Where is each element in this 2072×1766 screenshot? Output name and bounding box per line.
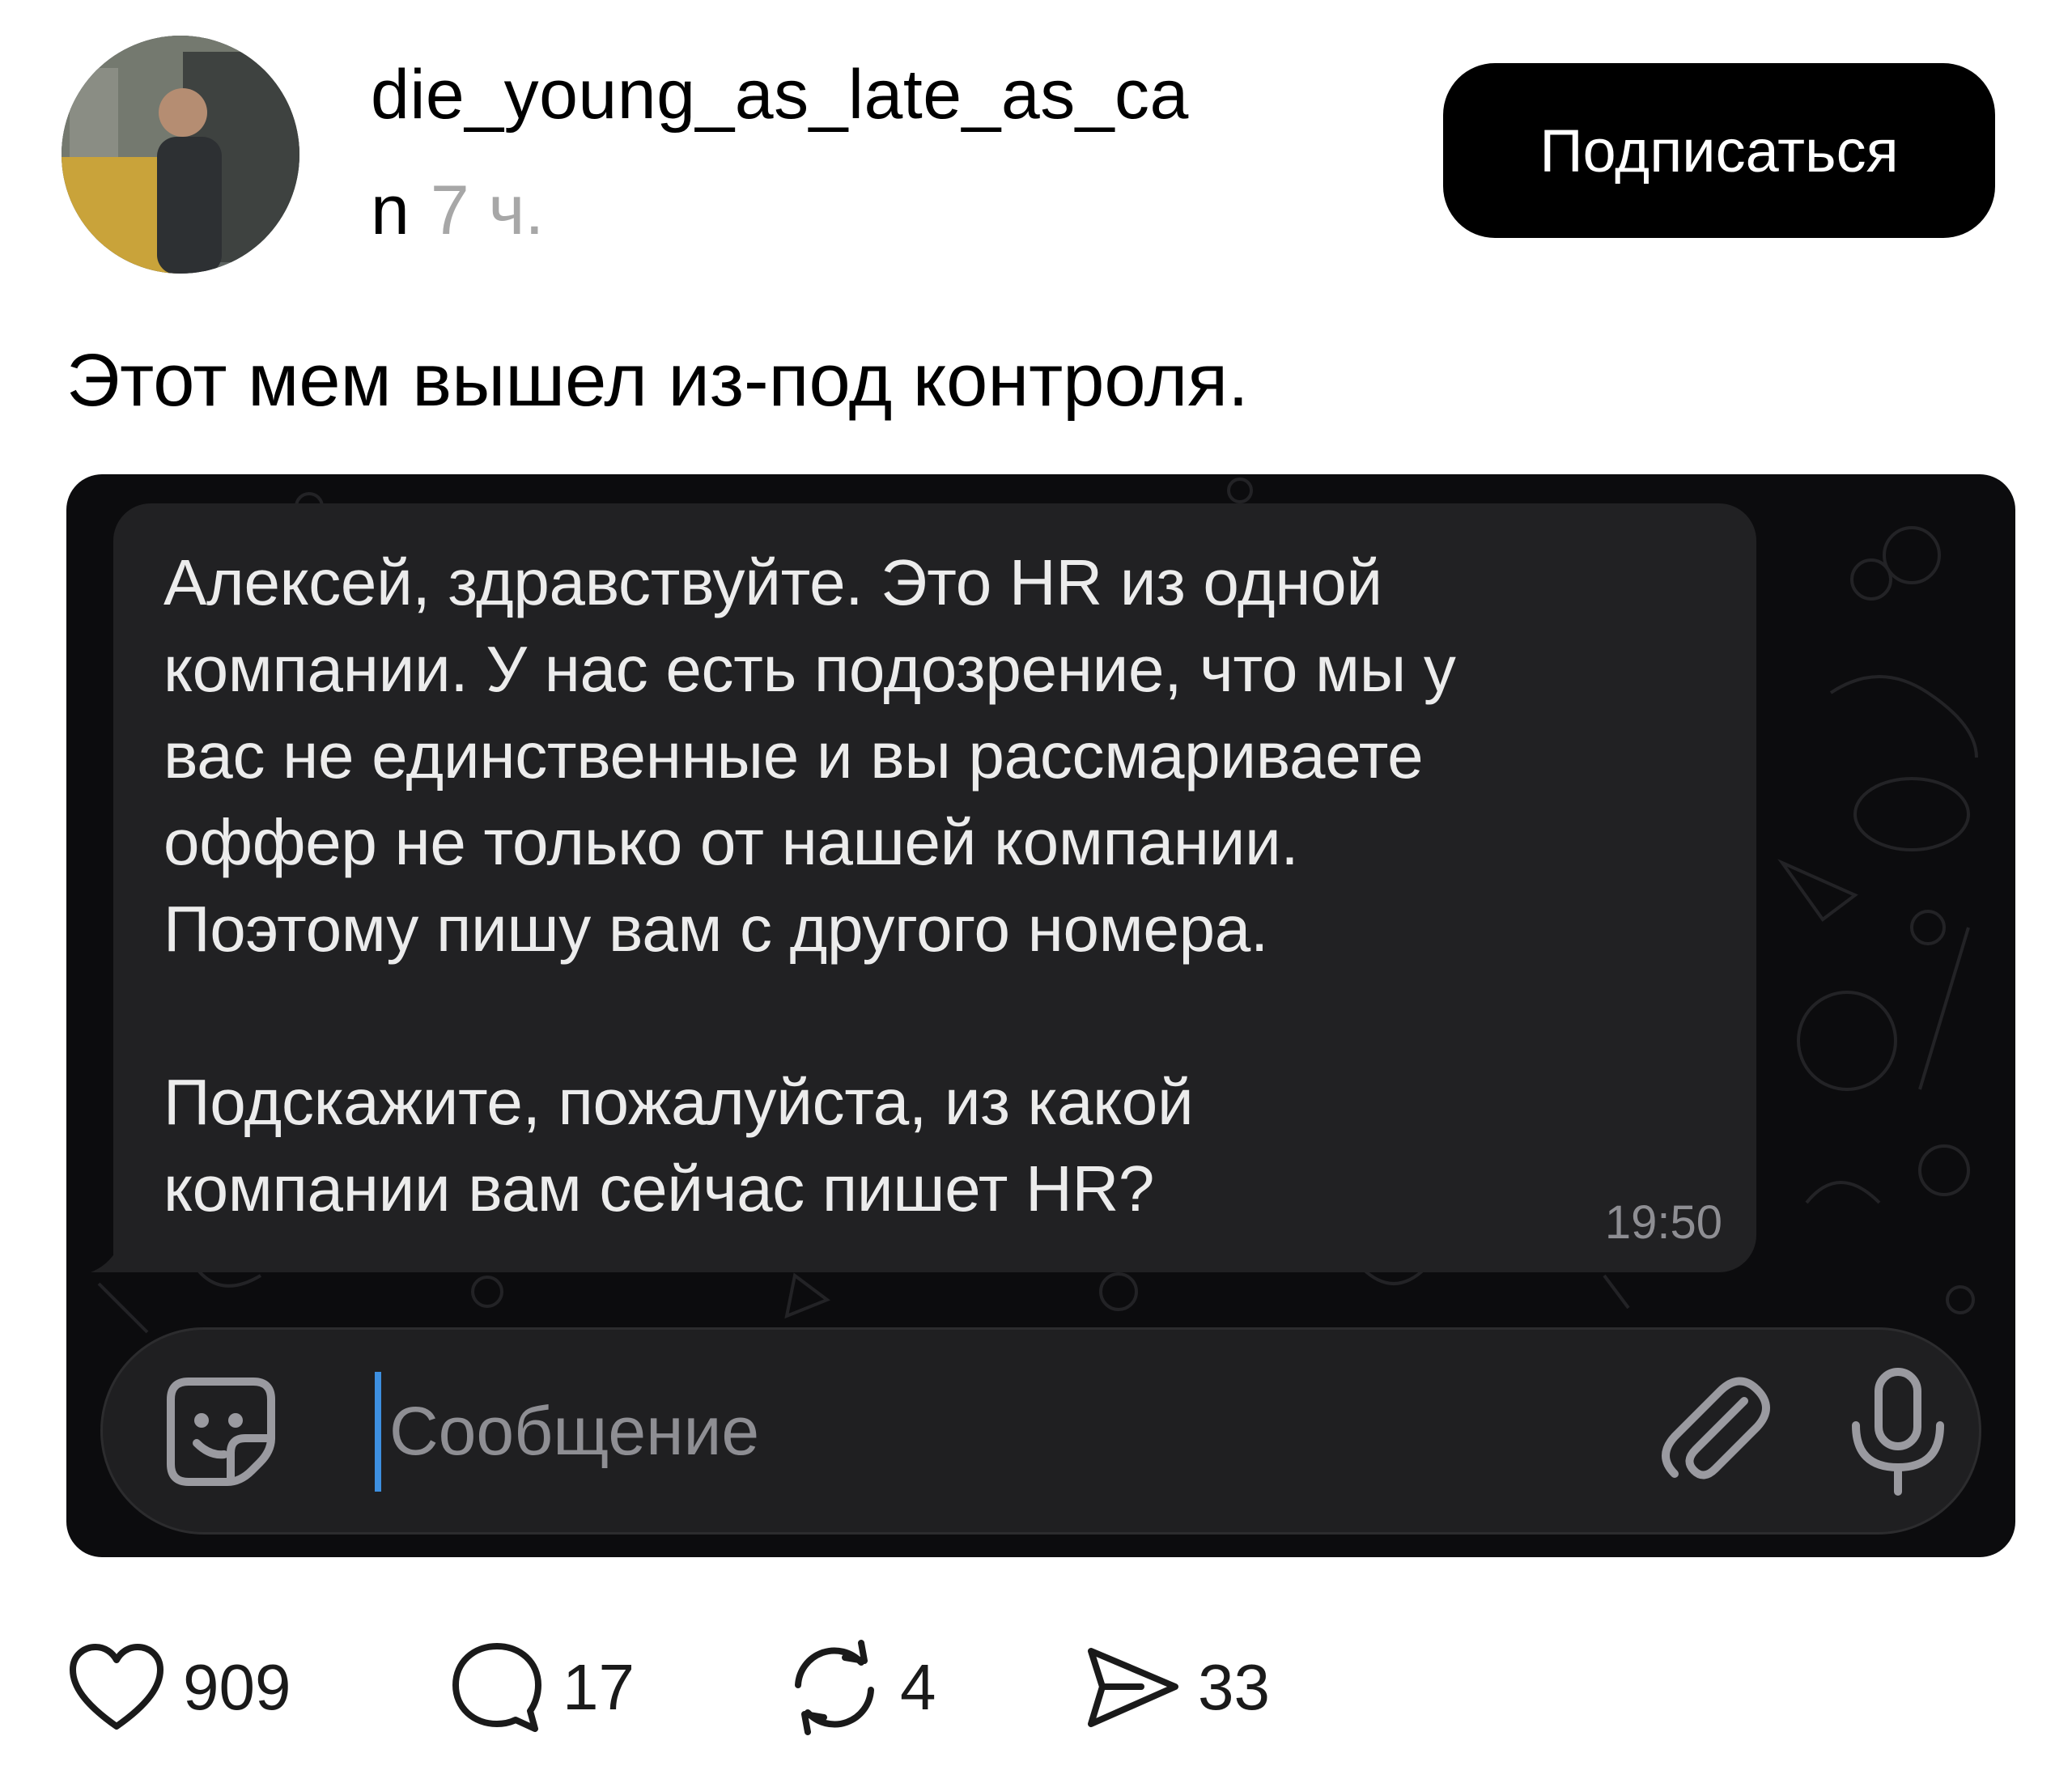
share-button[interactable]: 33 — [1085, 1627, 1270, 1748]
message-time: 19:50 — [1604, 1196, 1722, 1249]
repost-icon — [795, 1640, 874, 1735]
repost-count: 4 — [900, 1651, 936, 1723]
post-time: 7 ч. — [430, 172, 545, 249]
microphone-icon[interactable] — [1848, 1367, 1948, 1496]
author-username-continued: n 7 ч. — [371, 166, 544, 255]
author-username-tail[interactable]: n — [371, 172, 410, 249]
share-icon — [1088, 1648, 1178, 1727]
text-cursor — [375, 1372, 381, 1492]
message-bubble[interactable]: Алексей, здравствуйте. Это HR из одной к… — [113, 503, 1756, 1272]
post-actions: 909 17 4 33 — [0, 1627, 2072, 1748]
share-count: 33 — [1198, 1651, 1270, 1723]
message-input[interactable] — [389, 1378, 1441, 1484]
paperclip-icon[interactable] — [1654, 1370, 1775, 1492]
like-count: 909 — [183, 1651, 291, 1723]
follow-button[interactable]: Подписаться — [1443, 63, 1995, 238]
author-username[interactable]: die_young_as_late_as_ca — [371, 50, 1189, 139]
like-button[interactable]: 909 — [68, 1627, 291, 1748]
post: die_young_as_late_as_ca n 7 ч. Подписатьс… — [0, 0, 2072, 1766]
heart-icon — [70, 1644, 163, 1730]
message-text: Алексей, здравствуйте. Это HR из одной к… — [163, 546, 1456, 1225]
comment-icon — [452, 1643, 541, 1732]
repost-button[interactable]: 4 — [787, 1627, 936, 1748]
comment-count: 17 — [563, 1651, 635, 1723]
avatar[interactable] — [62, 36, 299, 274]
avatar-photo — [62, 36, 299, 274]
sticker-icon[interactable] — [164, 1375, 278, 1488]
post-image[interactable]: Алексей, здравствуйте. Это HR из одной к… — [66, 474, 2015, 1557]
post-caption: Этот мем вышел из-под контроля. — [66, 339, 1249, 422]
comment-button[interactable]: 17 — [449, 1627, 635, 1748]
message-input-bar — [100, 1327, 1981, 1535]
